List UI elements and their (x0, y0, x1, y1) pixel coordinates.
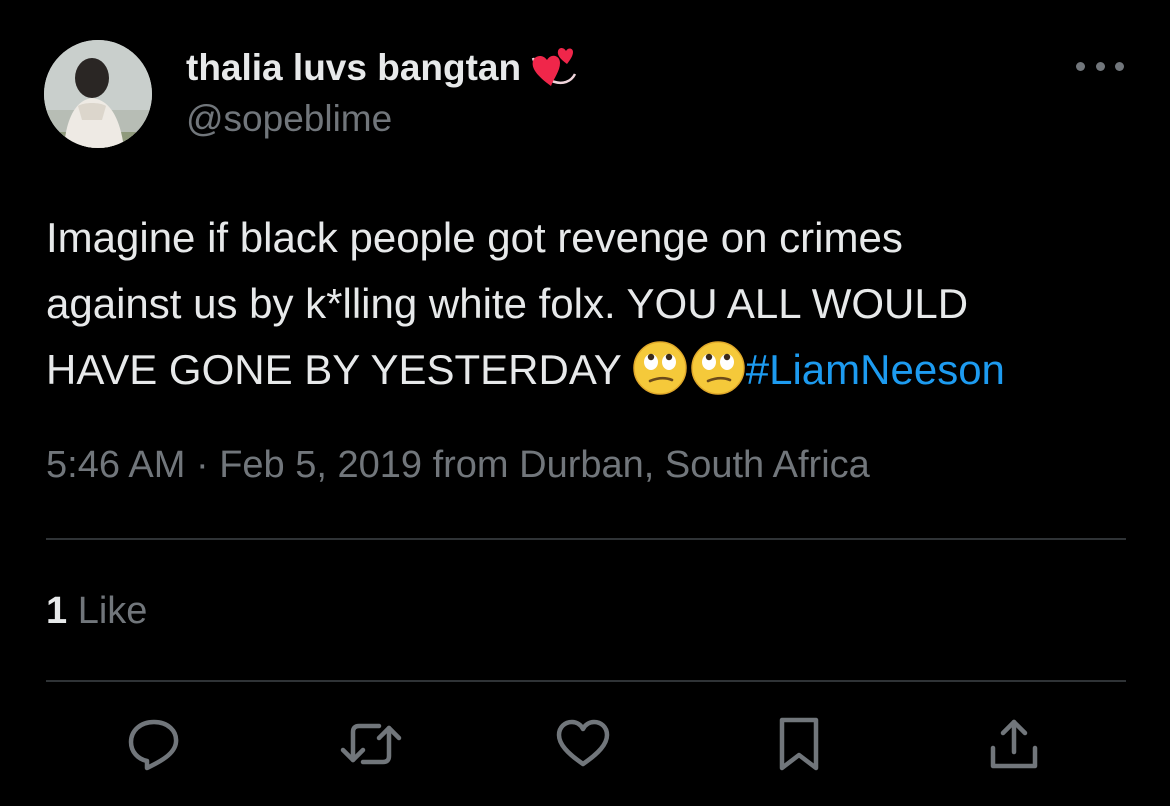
rolling-eyes-emoji-icon (632, 340, 688, 396)
action-bar (0, 712, 1170, 776)
more-options-button[interactable] (1076, 52, 1124, 80)
tweet-text-line-last: HAVE GONE BY YESTERDAY #LiamNeeson (46, 337, 1136, 403)
rolling-eyes-emoji-icon (690, 340, 746, 396)
divider (46, 538, 1126, 540)
tweet-text-line: Imagine if black people got revenge on c… (46, 214, 903, 261)
profile-photo (44, 40, 152, 148)
more-dot-icon (1076, 61, 1085, 71)
tweet-timestamp[interactable]: 5:46 AM · Feb 5, 2019 from Durban, South… (46, 444, 870, 487)
avatar[interactable] (44, 40, 152, 148)
tweet-text-segment: HAVE GONE BY YESTERDAY (46, 346, 622, 393)
tweet-detail: thalia luvs bangtan @sopeblime Imagine i… (0, 0, 1170, 806)
bookmark-icon (779, 717, 819, 771)
like-label: Like (77, 590, 148, 632)
author-name[interactable]: thalia luvs bangtan (186, 44, 579, 92)
more-dot-icon (1095, 61, 1105, 71)
likes-count-link[interactable]: 1 Like (46, 590, 147, 633)
author-display-name: thalia luvs bangtan (186, 47, 522, 88)
share-button[interactable] (982, 712, 1046, 776)
revolving-hearts-icon (523, 44, 579, 92)
share-icon (990, 719, 1038, 769)
retweet-button[interactable] (339, 712, 403, 776)
tweet-text-line: against us by k*lling white folx. YOU AL… (46, 280, 969, 327)
like-count: 1 (46, 590, 68, 632)
tweet-text: Imagine if black people got revenge on c… (46, 205, 1136, 403)
like-button[interactable] (551, 712, 615, 776)
hashtag-link[interactable]: #LiamNeeson (746, 346, 1005, 393)
like-icon (556, 719, 610, 767)
divider (46, 680, 1126, 682)
more-dot-icon (1115, 61, 1124, 71)
reply-icon (128, 719, 179, 771)
retweet-icon (340, 723, 402, 765)
reply-button[interactable] (122, 712, 186, 776)
bookmark-button[interactable] (767, 712, 831, 776)
author-handle[interactable]: @sopeblime (186, 98, 392, 140)
